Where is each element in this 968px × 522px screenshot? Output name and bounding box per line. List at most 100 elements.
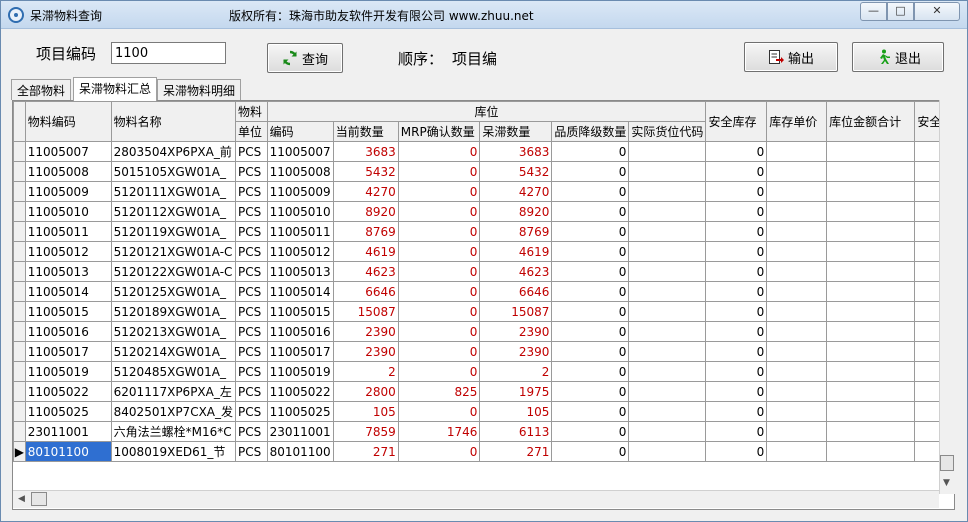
cell-actual-location[interactable] bbox=[628, 261, 707, 282]
cell-downgrade-qty[interactable]: 0 bbox=[551, 241, 630, 262]
cell-warehouse-code[interactable]: 11005009 bbox=[266, 181, 334, 202]
cell-unit[interactable]: PCS bbox=[235, 301, 268, 322]
cell-item-name[interactable]: 5120111XGW01A_ bbox=[110, 181, 237, 202]
cell-actual-location[interactable] bbox=[628, 281, 707, 302]
cell-current-qty[interactable]: 4270 bbox=[332, 181, 399, 202]
cell-item-code[interactable]: 23011001 bbox=[24, 421, 112, 442]
header-downgrade-qty[interactable]: 品质降级数量 bbox=[551, 121, 630, 142]
cell-unit[interactable]: PCS bbox=[235, 401, 268, 422]
cell-item-code[interactable]: 11005014 bbox=[24, 281, 112, 302]
row-indicator[interactable] bbox=[13, 321, 26, 342]
cell-stock-unit-price[interactable] bbox=[766, 301, 828, 322]
cell-item-code[interactable]: 11005016 bbox=[24, 321, 112, 342]
table-row[interactable]: 11005025 8402501XP7CXA_发 PCS 11005025 105 0 10… bbox=[13, 401, 954, 422]
cell-slow-qty[interactable]: 8920 bbox=[479, 201, 553, 222]
cell-item-code[interactable]: 11005015 bbox=[24, 301, 112, 322]
cell-actual-location[interactable] bbox=[628, 221, 707, 242]
cell-location-amount-total[interactable] bbox=[826, 221, 916, 242]
cell-current-qty[interactable]: 2 bbox=[332, 361, 399, 382]
cell-actual-location[interactable] bbox=[628, 361, 707, 382]
cell-current-qty[interactable]: 2390 bbox=[332, 321, 399, 342]
cell-actual-location[interactable] bbox=[628, 201, 707, 222]
cell-location-amount-total[interactable] bbox=[826, 361, 916, 382]
cell-stock-unit-price[interactable] bbox=[766, 261, 828, 282]
cell-mrp-qty[interactable]: 0 bbox=[397, 361, 481, 382]
cell-safety-stock[interactable]: 0 bbox=[705, 421, 768, 442]
cell-item-code[interactable]: 11005025 bbox=[24, 401, 112, 422]
row-indicator[interactable] bbox=[13, 381, 26, 402]
cell-actual-location[interactable] bbox=[628, 141, 707, 162]
cell-item-name[interactable]: 六角法兰螺栓*M16*C bbox=[110, 421, 237, 442]
cell-slow-qty[interactable]: 6646 bbox=[479, 281, 553, 302]
cell-unit[interactable]: PCS bbox=[235, 141, 268, 162]
cell-stock-unit-price[interactable] bbox=[766, 361, 828, 382]
cell-safety-stock[interactable]: 0 bbox=[705, 301, 768, 322]
cell-downgrade-qty[interactable]: 0 bbox=[551, 201, 630, 222]
cell-safety-stock[interactable]: 0 bbox=[705, 261, 768, 282]
cell-actual-location[interactable] bbox=[628, 441, 707, 462]
header-safety-stock[interactable]: 安全库存 bbox=[705, 101, 768, 142]
cell-location-amount-total[interactable] bbox=[826, 281, 916, 302]
cell-item-code[interactable]: 11005019 bbox=[24, 361, 112, 382]
cell-safety-stock[interactable]: 0 bbox=[705, 241, 768, 262]
cell-unit[interactable]: PCS bbox=[235, 161, 268, 182]
cell-location-amount-total[interactable] bbox=[826, 441, 916, 462]
cell-downgrade-qty[interactable]: 0 bbox=[551, 221, 630, 242]
cell-mrp-qty[interactable]: 0 bbox=[397, 241, 481, 262]
cell-unit[interactable]: PCS bbox=[235, 201, 268, 222]
cell-location-amount-total[interactable] bbox=[826, 141, 916, 162]
cell-mrp-qty[interactable]: 0 bbox=[397, 281, 481, 302]
cell-unit[interactable]: PCS bbox=[235, 361, 268, 382]
cell-slow-qty[interactable]: 3683 bbox=[479, 141, 553, 162]
cell-current-qty[interactable]: 4619 bbox=[332, 241, 399, 262]
vertical-scrollbar[interactable] bbox=[939, 100, 955, 494]
cell-stock-unit-price[interactable] bbox=[766, 341, 828, 362]
scroll-left-arrow-icon[interactable]: ◀ bbox=[18, 494, 25, 504]
cell-location-amount-total[interactable] bbox=[826, 181, 916, 202]
cell-warehouse-code[interactable]: 11005010 bbox=[266, 201, 334, 222]
row-indicator[interactable] bbox=[13, 421, 26, 442]
cell-warehouse-code[interactable]: 11005015 bbox=[266, 301, 334, 322]
cell-warehouse-code[interactable]: 80101100 bbox=[266, 441, 334, 462]
cell-item-code[interactable]: 11005007 bbox=[24, 141, 112, 162]
cell-item-name[interactable]: 5120213XGW01A_ bbox=[110, 321, 237, 342]
table-row[interactable]: 11005008 5015105XGW01A_ PCS 11005008 5432 0 54… bbox=[13, 161, 954, 182]
cell-slow-qty[interactable]: 105 bbox=[479, 401, 553, 422]
cell-downgrade-qty[interactable]: 0 bbox=[551, 281, 630, 302]
header-actual-location[interactable]: 实际货位代码 bbox=[628, 121, 707, 142]
cell-safety-stock[interactable]: 0 bbox=[705, 381, 768, 402]
cell-actual-location[interactable] bbox=[628, 421, 707, 442]
cell-stock-unit-price[interactable] bbox=[766, 401, 828, 422]
cell-downgrade-qty[interactable]: 0 bbox=[551, 261, 630, 282]
cell-current-qty[interactable]: 4623 bbox=[332, 261, 399, 282]
cell-current-qty[interactable]: 105 bbox=[332, 401, 399, 422]
cell-unit[interactable]: PCS bbox=[235, 181, 268, 202]
cell-warehouse-code[interactable]: 11005025 bbox=[266, 401, 334, 422]
cell-item-name[interactable]: 8402501XP7CXA_发 bbox=[110, 401, 237, 422]
cell-safety-stock[interactable]: 0 bbox=[705, 141, 768, 162]
cell-warehouse-code[interactable]: 11005013 bbox=[266, 261, 334, 282]
cell-location-amount-total[interactable] bbox=[826, 321, 916, 342]
cell-warehouse-code[interactable]: 11005019 bbox=[266, 361, 334, 382]
cell-actual-location[interactable] bbox=[628, 161, 707, 182]
cell-warehouse-code[interactable]: 11005014 bbox=[266, 281, 334, 302]
table-row[interactable]: 11005016 5120213XGW01A_ PCS 11005016 2390 0 23… bbox=[13, 321, 954, 342]
cell-mrp-qty[interactable]: 0 bbox=[397, 341, 481, 362]
row-indicator[interactable] bbox=[13, 241, 26, 262]
close-button[interactable]: ✕ bbox=[914, 2, 960, 21]
table-row[interactable]: 11005009 5120111XGW01A_ PCS 11005009 4270 0 42… bbox=[13, 181, 954, 202]
item-code-input[interactable] bbox=[111, 42, 226, 64]
cell-location-amount-total[interactable] bbox=[826, 261, 916, 282]
cell-safety-stock[interactable]: 0 bbox=[705, 441, 768, 462]
cell-stock-unit-price[interactable] bbox=[766, 421, 828, 442]
cell-warehouse-code[interactable]: 11005012 bbox=[266, 241, 334, 262]
cell-mrp-qty[interactable]: 0 bbox=[397, 201, 481, 222]
cell-slow-qty[interactable]: 2390 bbox=[479, 341, 553, 362]
cell-location-amount-total[interactable] bbox=[826, 241, 916, 262]
cell-safety-stock[interactable]: 0 bbox=[705, 341, 768, 362]
exit-button[interactable]: 退出 bbox=[852, 42, 944, 72]
cell-stock-unit-price[interactable] bbox=[766, 441, 828, 462]
cell-unit[interactable]: PCS bbox=[235, 241, 268, 262]
cell-stock-unit-price[interactable] bbox=[766, 381, 828, 402]
cell-item-name[interactable]: 6201117XP6PXA_左 bbox=[110, 381, 237, 402]
